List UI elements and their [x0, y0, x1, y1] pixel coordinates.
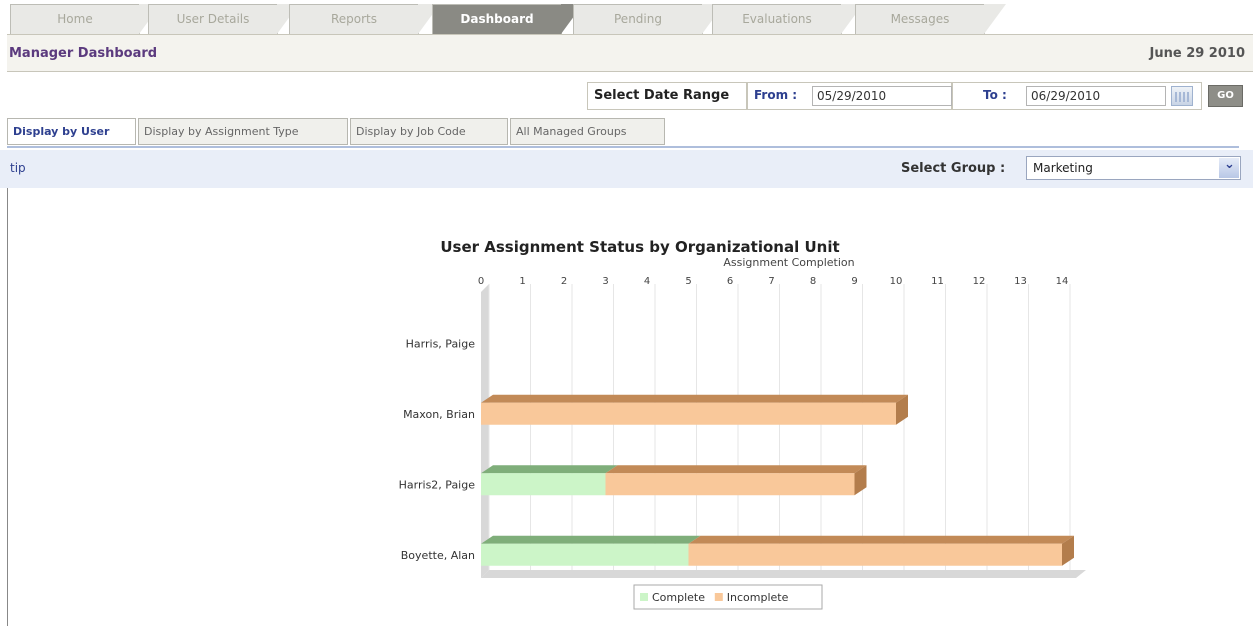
- x-tick-label: 7: [768, 276, 774, 287]
- to-date-cell: To : 06/29/2010: [952, 82, 1202, 110]
- x-tick-label: 5: [685, 276, 691, 287]
- x-tick-label: 13: [1014, 276, 1027, 287]
- to-label: To :: [983, 88, 1007, 102]
- x-tick-label: 1: [519, 276, 525, 287]
- tab-reports-label: Reports: [330, 12, 378, 26]
- subtab-display-by-assignment-type[interactable]: Display by Assignment Type: [138, 118, 348, 145]
- tab-user-details-label: User Details: [176, 12, 250, 26]
- subtab-display-by-user[interactable]: Display by User: [7, 118, 136, 145]
- subtab-all-managed-groups[interactable]: All Managed Groups: [510, 118, 665, 145]
- legend-swatch: [640, 593, 648, 601]
- date-range-label: Select Date Range: [587, 82, 747, 110]
- current-date: June 29 2010: [1149, 46, 1246, 61]
- x-tick-label: 3: [602, 276, 608, 287]
- group-bar: tip Select Group : Marketing: [0, 150, 1253, 188]
- from-date-input[interactable]: 05/29/2010: [812, 86, 952, 106]
- bar-top: [481, 535, 701, 544]
- tab-reports[interactable]: Reports: [289, 4, 440, 34]
- from-label: From :: [754, 88, 798, 102]
- legend-label: Complete: [652, 591, 705, 604]
- category-label: Harris2, Paige: [399, 478, 476, 491]
- x-tick-label: 6: [727, 276, 733, 287]
- bar-complete: [481, 473, 606, 496]
- select-group-label: Select Group :: [901, 161, 1006, 176]
- bar-top: [688, 535, 1074, 544]
- x-tick-label: 8: [810, 276, 816, 287]
- category-label: Harris, Paige: [406, 337, 476, 350]
- tab-messages[interactable]: Messages: [855, 4, 1006, 34]
- tab-dashboard-label: Dashboard: [460, 12, 534, 26]
- bar-incomplete: [688, 543, 1062, 566]
- x-tick-label: 4: [644, 276, 650, 287]
- tab-evaluations-label: Evaluations: [742, 12, 812, 26]
- subtab-display-by-job-code[interactable]: Display by Job Code: [350, 118, 508, 145]
- page-title: Manager Dashboard: [9, 46, 158, 61]
- x-tick-label: 11: [931, 276, 944, 287]
- x-tick-label: 12: [973, 276, 986, 287]
- page-header: Manager Dashboard June 29 2010: [7, 34, 1253, 72]
- tab-dashboard[interactable]: Dashboard: [432, 4, 583, 34]
- group-select[interactable]: Marketing: [1026, 154, 1241, 180]
- tab-user-details[interactable]: User Details: [148, 4, 299, 34]
- tab-home[interactable]: Home: [10, 4, 161, 34]
- bar-incomplete: [605, 473, 855, 496]
- chart-x-axis-label: Assignment Completion: [723, 256, 854, 269]
- legend-label: Incomplete: [727, 591, 789, 604]
- from-date-cell: From : 05/29/2010: [747, 82, 952, 110]
- chart-title: User Assignment Status by Organizational…: [440, 238, 839, 256]
- x-tick-label: 0: [478, 276, 484, 287]
- x-tick-label: 10: [890, 276, 903, 287]
- tab-home-label: Home: [57, 12, 93, 26]
- tip-link[interactable]: tip: [10, 161, 26, 175]
- assignment-chart: User Assignment Status by Organizational…: [399, 238, 1086, 610]
- main-tab-bar: Home User Details Reports Dashboard Pend…: [0, 0, 1253, 34]
- category-label: Maxon, Brian: [403, 408, 475, 421]
- tab-pending-label: Pending: [614, 12, 662, 26]
- bar-incomplete: [481, 402, 896, 425]
- to-date-input[interactable]: 06/29/2010: [1026, 86, 1166, 106]
- tab-messages-label: Messages: [890, 12, 950, 26]
- go-button[interactable]: GO: [1208, 85, 1243, 107]
- tab-evaluations[interactable]: Evaluations: [712, 4, 863, 34]
- legend-swatch: [714, 593, 723, 601]
- to-calendar-icon[interactable]: [1171, 86, 1193, 106]
- bar-complete: [481, 543, 689, 566]
- bar-top: [481, 465, 618, 474]
- bar-top: [605, 465, 867, 474]
- x-tick-label: 9: [851, 276, 857, 287]
- x-tick-label: 2: [561, 276, 567, 287]
- subtab-underline: [7, 146, 1239, 148]
- bar-top: [481, 394, 908, 403]
- category-label: Boyette, Alan: [401, 549, 475, 562]
- chart-floor: [481, 570, 1086, 578]
- group-select-value: Marketing: [1033, 161, 1093, 175]
- chart-wall: [481, 284, 489, 578]
- chevron-down-icon[interactable]: [1219, 154, 1239, 178]
- tab-pending[interactable]: Pending: [573, 4, 724, 34]
- x-tick-label: 14: [1056, 276, 1069, 287]
